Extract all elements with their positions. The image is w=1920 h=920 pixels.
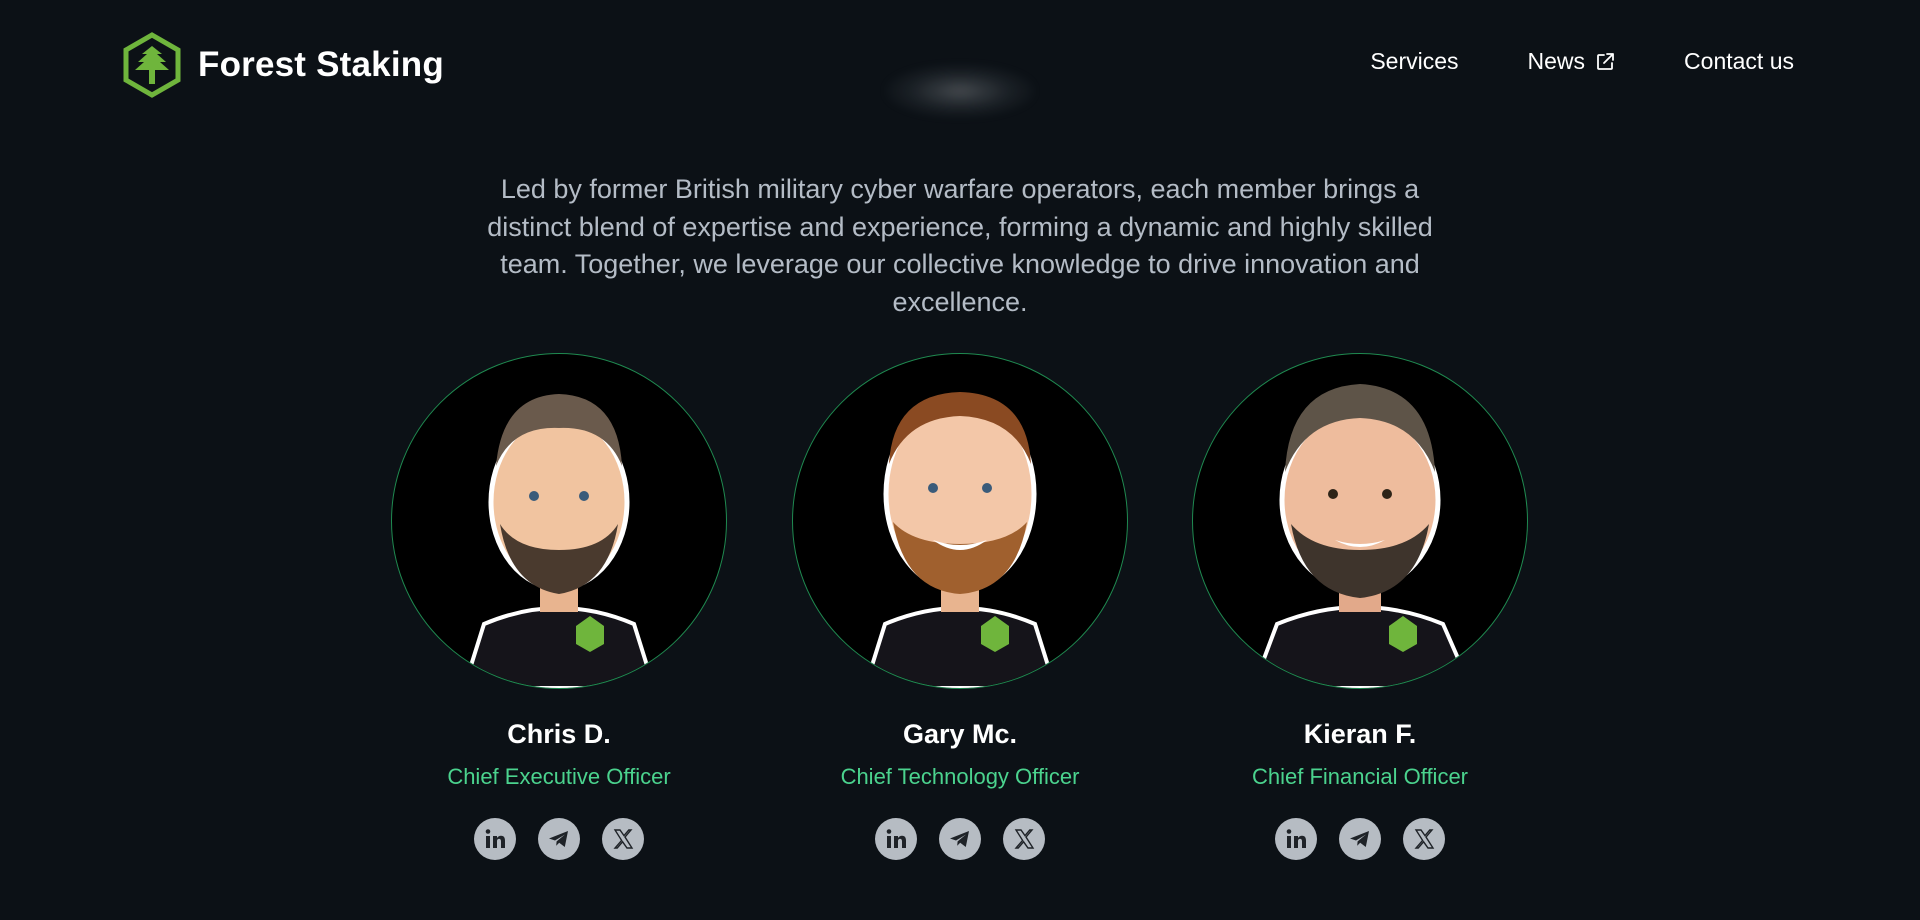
linkedin-icon — [886, 829, 906, 848]
telegram-icon — [950, 831, 969, 847]
member-avatar — [1192, 353, 1528, 689]
member-caricature-image — [461, 394, 657, 688]
member-role: Chief Technology Officer — [840, 764, 1080, 789]
x-icon — [1414, 829, 1435, 849]
page: Forest Staking Services News Contact us … — [0, 0, 1920, 920]
team-member-card: Chris D. Chief Executive Officer — [391, 353, 727, 860]
x-link[interactable] — [1003, 818, 1045, 860]
x-link[interactable] — [602, 818, 644, 860]
telegram-icon — [549, 831, 568, 847]
member-caricature-image — [862, 392, 1058, 688]
member-avatar — [792, 353, 1128, 689]
team-section: Chris D. Chief Executive Officer Gary Mc… — [0, 0, 1920, 920]
linkedin-icon — [485, 829, 505, 848]
team-member-card: Gary Mc. Chief Technology Officer — [792, 353, 1128, 860]
member-name: Kieran F. — [1303, 719, 1417, 749]
linkedin-link[interactable] — [875, 818, 917, 860]
x-icon — [1014, 829, 1035, 849]
linkedin-link[interactable] — [1275, 818, 1317, 860]
member-socials — [792, 818, 1128, 860]
member-role: Chief Executive Officer — [447, 764, 671, 789]
telegram-link[interactable] — [538, 818, 580, 860]
member-name: Gary Mc. — [902, 719, 1018, 749]
member-caricature-image — [1250, 384, 1474, 688]
linkedin-icon — [1286, 829, 1306, 848]
member-role: Chief Financial Officer — [1251, 764, 1468, 789]
member-avatar — [391, 353, 727, 689]
x-link[interactable] — [1403, 818, 1445, 860]
team-member-card: Kieran F. Chief Financial Officer — [1192, 353, 1528, 860]
member-socials — [1192, 818, 1528, 860]
telegram-icon — [1350, 831, 1369, 847]
linkedin-link[interactable] — [474, 818, 516, 860]
x-icon — [613, 829, 634, 849]
member-name: Chris D. — [507, 719, 611, 749]
telegram-link[interactable] — [1339, 818, 1381, 860]
member-socials — [391, 818, 727, 860]
telegram-link[interactable] — [939, 818, 981, 860]
